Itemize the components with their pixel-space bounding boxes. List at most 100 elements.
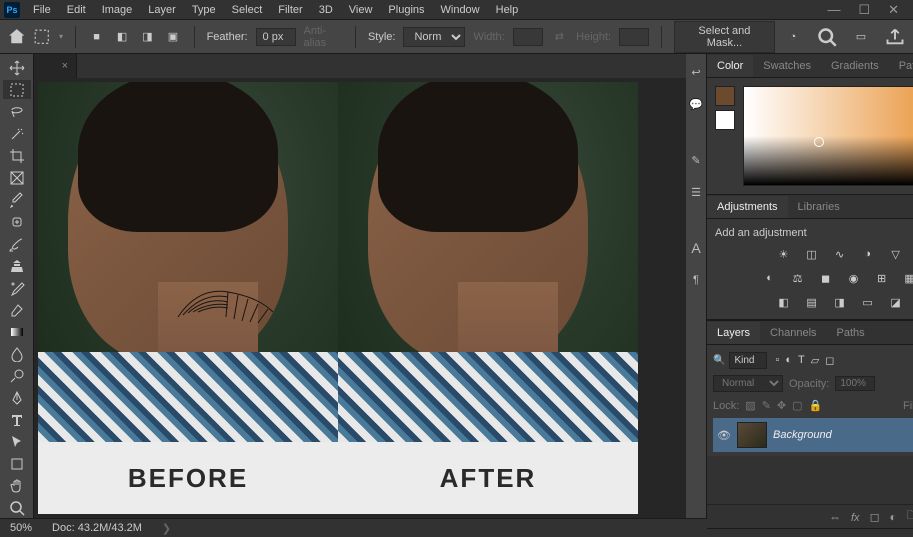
select-and-mask-button[interactable]: Select and Mask...: [674, 21, 775, 53]
close-tab-icon[interactable]: ×: [62, 60, 68, 72]
opacity-input[interactable]: [835, 376, 875, 391]
threshold-icon[interactable]: ◨: [831, 293, 849, 311]
menu-select[interactable]: Select: [225, 2, 270, 18]
photo-filter-icon[interactable]: ◉: [845, 269, 863, 287]
intersect-selection-icon[interactable]: ▣: [164, 27, 181, 47]
properties-panel-icon[interactable]: ☰: [686, 182, 706, 202]
background-color[interactable]: [715, 110, 735, 130]
clone-stamp-tool[interactable]: [3, 256, 31, 275]
pen-tool[interactable]: [3, 389, 31, 408]
channel-mixer-icon[interactable]: ⊞: [873, 269, 891, 287]
exposure-icon[interactable]: ◑: [859, 245, 877, 263]
crop-tool[interactable]: [3, 146, 31, 165]
tab-swatches[interactable]: Swatches: [753, 55, 821, 77]
lock-artboard-icon[interactable]: ▢: [792, 399, 802, 412]
healing-brush-tool[interactable]: [3, 212, 31, 231]
brightness-icon[interactable]: ☀: [775, 245, 793, 263]
selective-color-icon[interactable]: ◪: [887, 293, 905, 311]
frame-tool[interactable]: [3, 168, 31, 187]
filter-shape-icon[interactable]: ▱: [811, 354, 819, 367]
add-selection-icon[interactable]: ◧: [113, 27, 130, 47]
menu-type[interactable]: Type: [185, 2, 223, 18]
share-icon[interactable]: [885, 27, 905, 47]
menu-view[interactable]: View: [342, 2, 380, 18]
lasso-tool[interactable]: [3, 102, 31, 121]
character-panel-icon[interactable]: A: [686, 238, 706, 258]
layers-empty-area[interactable]: [707, 456, 913, 504]
new-group-icon[interactable]: 🗀: [907, 506, 913, 527]
menu-3d[interactable]: 3D: [312, 2, 340, 18]
link-layers-icon[interactable]: ⇔: [829, 510, 841, 524]
menu-file[interactable]: File: [26, 2, 58, 18]
type-tool[interactable]: [3, 411, 31, 430]
zoom-level[interactable]: 50%: [10, 522, 32, 534]
filter-adjust-icon[interactable]: ◐: [785, 354, 792, 367]
tab-libraries[interactable]: Libraries: [788, 196, 850, 218]
levels-icon[interactable]: ◫: [803, 245, 821, 263]
filter-pixel-icon[interactable]: ▫: [775, 354, 779, 367]
color-field[interactable]: [743, 86, 913, 186]
dodge-tool[interactable]: [3, 367, 31, 386]
shape-tool[interactable]: [3, 455, 31, 474]
menu-help[interactable]: Help: [489, 2, 526, 18]
eraser-tool[interactable]: [3, 301, 31, 320]
minimize-icon[interactable]: —: [827, 2, 840, 18]
tab-paths[interactable]: Paths: [827, 322, 875, 344]
posterize-icon[interactable]: ▤: [803, 293, 821, 311]
bw-icon[interactable]: ◼: [817, 269, 835, 287]
tab-adjustments[interactable]: Adjustments: [707, 196, 788, 218]
hand-tool[interactable]: [3, 477, 31, 496]
status-chevron-icon[interactable]: ❯: [162, 522, 171, 535]
search-icon[interactable]: [817, 27, 837, 47]
invert-icon[interactable]: ◧: [775, 293, 793, 311]
gradient-map-icon[interactable]: ▭: [859, 293, 877, 311]
menu-window[interactable]: Window: [434, 2, 487, 18]
subtract-selection-icon[interactable]: ◨: [139, 27, 156, 47]
cloud-icon[interactable]: ◔: [783, 27, 803, 47]
move-tool[interactable]: [3, 58, 31, 77]
blur-tool[interactable]: [3, 345, 31, 364]
canvas[interactable]: BEFORE AFTER: [38, 82, 638, 514]
layer-thumbnail[interactable]: [737, 422, 767, 448]
lock-all-icon[interactable]: 🔒: [809, 399, 823, 412]
marquee-tool-icon[interactable]: [33, 27, 50, 47]
home-icon[interactable]: [8, 27, 25, 47]
marquee-tool[interactable]: [3, 80, 31, 99]
filter-smart-icon[interactable]: ◻: [825, 354, 834, 367]
tab-layers[interactable]: Layers: [707, 322, 760, 344]
blend-mode-select[interactable]: Normal: [713, 375, 783, 392]
menu-layer[interactable]: Layer: [141, 2, 183, 18]
layer-mask-icon[interactable]: ◻: [870, 510, 880, 524]
eyedropper-tool[interactable]: [3, 190, 31, 209]
curves-icon[interactable]: ∿: [831, 245, 849, 263]
tab-patterns[interactable]: Patterns: [889, 55, 913, 77]
brushes-panel-icon[interactable]: ✎: [686, 150, 706, 170]
maximize-icon[interactable]: ☐: [858, 2, 870, 18]
layer-filter-input[interactable]: [729, 352, 767, 369]
zoom-tool[interactable]: [3, 499, 31, 518]
menu-plugins[interactable]: Plugins: [381, 2, 431, 18]
document-tab[interactable]: ×: [34, 54, 77, 78]
color-balance-icon[interactable]: ⚖: [789, 269, 807, 287]
workspace-icon[interactable]: ▭: [851, 27, 871, 47]
foreground-color[interactable]: [715, 86, 735, 106]
paragraph-panel-icon[interactable]: ¶: [686, 270, 706, 290]
menu-edit[interactable]: Edit: [60, 2, 93, 18]
new-adjustment-icon[interactable]: ◐: [890, 510, 897, 524]
history-brush-tool[interactable]: [3, 278, 31, 297]
layer-item[interactable]: 👁 Background 🔒: [713, 418, 913, 452]
new-selection-icon[interactable]: ■: [88, 27, 105, 47]
lock-paint-icon[interactable]: ✎: [762, 399, 771, 412]
tab-color[interactable]: Color: [707, 55, 753, 77]
filter-type-icon[interactable]: T: [798, 354, 805, 367]
menu-image[interactable]: Image: [95, 2, 140, 18]
visibility-icon[interactable]: 👁: [717, 429, 731, 442]
history-panel-icon[interactable]: ↩: [686, 62, 706, 82]
style-select[interactable]: Normal: [403, 27, 465, 47]
lock-transparent-icon[interactable]: ▨: [745, 399, 755, 412]
hue-icon[interactable]: ◐: [761, 269, 779, 287]
color-lookup-icon[interactable]: ▦: [901, 269, 913, 287]
vibrance-icon[interactable]: ▽: [887, 245, 905, 263]
close-icon[interactable]: ✕: [888, 2, 899, 18]
layer-fx-icon[interactable]: fx: [851, 510, 860, 524]
